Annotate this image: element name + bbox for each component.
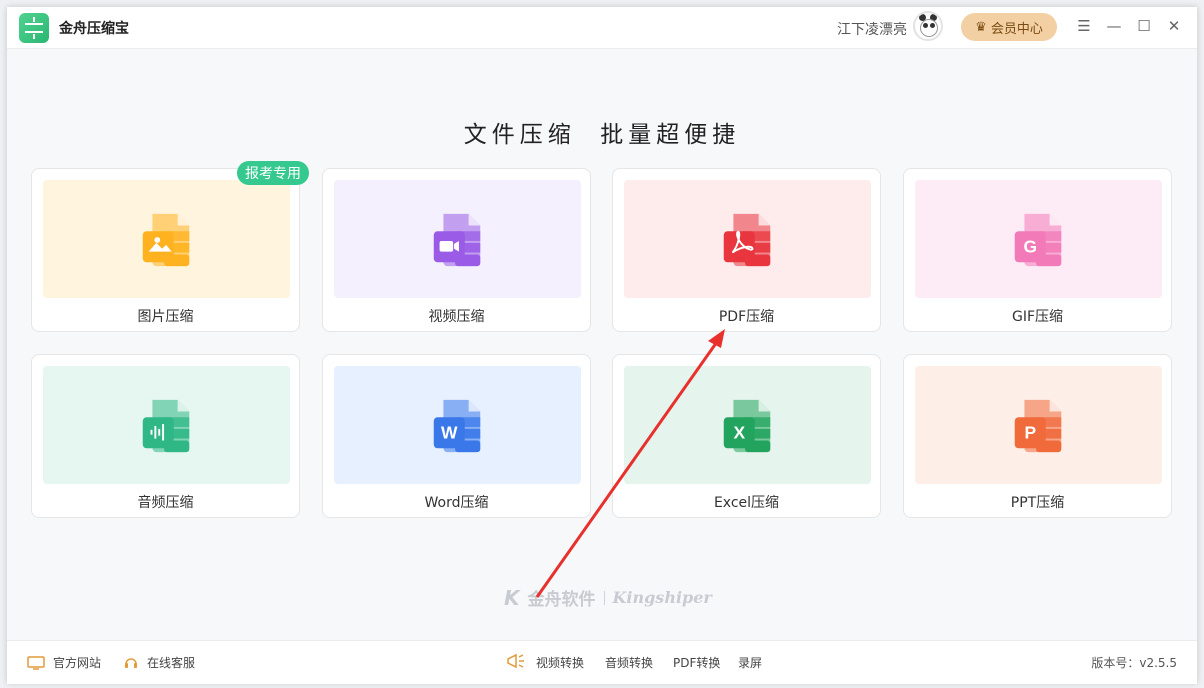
svg-text:W: W (441, 423, 458, 443)
card-preview (43, 366, 290, 484)
card-preview: G (915, 180, 1162, 298)
headset-icon (125, 657, 137, 668)
pdf-file-icon (723, 213, 771, 267)
app-window: 金舟压缩宝 江下凌漂亮 ♛ 会员中心 ☰ — ☐ ✕ 文件压缩 批量超便捷 图片… (7, 7, 1197, 684)
excel-file-icon: X (723, 399, 771, 453)
card-label: 图片压缩 (137, 309, 194, 325)
footer-link-video-convert[interactable]: 视频转换 (536, 654, 584, 671)
tool-card-excel[interactable]: X Excel压缩 (612, 354, 881, 518)
username[interactable]: 江下凌漂亮 (837, 19, 907, 39)
tool-card-ppt[interactable]: P PPT压缩 (903, 354, 1172, 518)
footer-bar: 官方网站 在线客服 视频转换 音频转换 PDF转换 录屏 版本号：v2.5.5 (7, 640, 1197, 684)
video-file-icon (433, 213, 481, 267)
brand-watermark: K 金舟软件 Kingshiper (504, 585, 712, 611)
monitor-icon (27, 655, 45, 670)
crown-icon: ♛ (975, 19, 987, 35)
footer-link-pdf-convert[interactable]: PDF转换 (673, 654, 720, 671)
vip-center-button[interactable]: ♛ 会员中心 (961, 13, 1057, 41)
card-label: GIF压缩 (1011, 309, 1064, 325)
footer-link-audio-convert[interactable]: 音频转换 (605, 654, 653, 671)
title-bar: 金舟压缩宝 江下凌漂亮 ♛ 会员中心 ☰ — ☐ ✕ (7, 7, 1197, 49)
brand-en: Kingshiper (612, 588, 712, 607)
card-preview (624, 180, 871, 298)
exam-badge: 报考专用 (237, 161, 309, 185)
card-label: PPT压缩 (1010, 495, 1065, 511)
gif-file-icon: G (1014, 213, 1062, 267)
support-link[interactable]: 在线客服 (123, 654, 195, 671)
card-preview (43, 180, 290, 298)
card-preview (334, 180, 581, 298)
svg-text:G: G (1023, 237, 1037, 257)
menu-icon[interactable]: ☰ (1074, 16, 1094, 36)
audio-file-icon (142, 399, 190, 453)
tool-card-audio[interactable]: 音频压缩 (31, 354, 300, 518)
user-avatar[interactable] (913, 11, 943, 41)
card-label: Word压缩 (424, 495, 489, 511)
maximize-icon[interactable]: ☐ (1134, 16, 1154, 36)
app-logo (19, 13, 49, 43)
annotation-arrow (535, 329, 725, 598)
page-headline: 文件压缩 批量超便捷 (463, 122, 741, 148)
card-preview: X (624, 366, 871, 484)
card-label: 视频压缩 (428, 309, 485, 325)
tool-card-image[interactable]: 图片压缩 (31, 168, 300, 332)
word-file-icon: W (433, 399, 481, 453)
card-preview: W (334, 366, 581, 484)
tool-card-pdf[interactable]: PDF压缩 (612, 168, 881, 332)
image-file-icon (142, 213, 190, 267)
card-label: PDF压缩 (718, 309, 775, 325)
app-title: 金舟压缩宝 (59, 21, 129, 37)
version-label: 版本号：v2.5.5 (1091, 656, 1177, 670)
brand-cn: 金舟软件 (527, 590, 596, 610)
card-label: 音频压缩 (137, 495, 194, 511)
tool-card-word[interactable]: W Word压缩 (322, 354, 591, 518)
vip-center-label: 会员中心 (990, 21, 1043, 37)
tool-card-video[interactable]: 视频压缩 (322, 168, 591, 332)
card-label: Excel压缩 (713, 495, 780, 511)
minimize-icon[interactable]: — (1104, 16, 1124, 36)
svg-text:X: X (733, 423, 745, 443)
ppt-file-icon: P (1014, 399, 1062, 453)
tool-card-gif[interactable]: G GIF压缩 (903, 168, 1172, 332)
svg-text:P: P (1024, 423, 1036, 443)
brand-logo-icon: K (504, 585, 520, 610)
close-icon[interactable]: ✕ (1164, 16, 1184, 36)
megaphone-icon (507, 653, 524, 669)
footer-link-screen-record[interactable]: 录屏 (738, 654, 762, 671)
website-link[interactable]: 官方网站 (27, 654, 101, 671)
card-preview: P (915, 366, 1162, 484)
